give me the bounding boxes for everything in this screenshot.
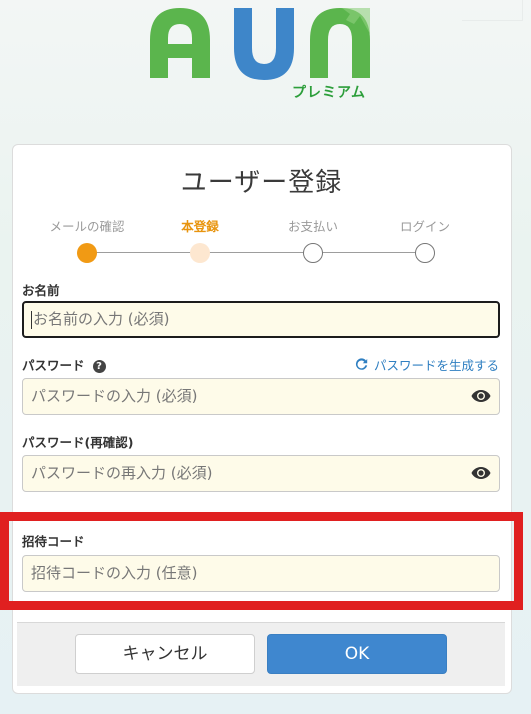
text-caret (31, 310, 32, 329)
question-circle-icon[interactable]: ? (92, 360, 106, 373)
step-label-payment: お支払い (287, 219, 338, 234)
invite-code-input-placeholder: 招待コードの入力 (任意) (31, 564, 198, 582)
password-confirm-label: パスワード(再確認) (22, 435, 134, 450)
eye-icon[interactable] (471, 389, 491, 403)
generate-password-label: パスワードを生成する (373, 358, 499, 373)
steps-connector-line (87, 252, 425, 253)
step-dot-payment (303, 243, 323, 263)
ok-button[interactable]: OK (267, 634, 447, 674)
refresh-icon (355, 358, 368, 370)
name-input[interactable]: お名前の入力 (必須) (22, 301, 500, 338)
eye-icon[interactable] (471, 466, 491, 480)
corner-decoration (462, 0, 523, 21)
step-dot-registration (190, 243, 210, 263)
cancel-button[interactable]: キャンセル (75, 634, 255, 674)
name-input-placeholder: お名前の入力 (必須) (33, 310, 170, 328)
step-dot-email-confirm (77, 243, 97, 263)
name-label: お名前 (22, 283, 60, 298)
generate-password-link[interactable]: パスワードを生成する (355, 355, 499, 374)
password-input-placeholder: パスワードの入力 (必須) (31, 387, 198, 405)
step-label-login: ログイン (399, 219, 450, 234)
step-dot-login (415, 243, 435, 263)
password-input[interactable]: パスワードの入力 (必須) (22, 378, 500, 415)
step-label-email-confirm: メールの確認 (49, 219, 125, 234)
step-label-registration: 本登録 (181, 219, 219, 234)
password-label: パスワード? (22, 355, 106, 374)
page-title: ユーザー登録 (180, 168, 343, 198)
invite-code-label: 招待コード (22, 534, 85, 549)
password-confirm-input[interactable]: パスワードの再入力 (必須) (22, 455, 500, 492)
password-confirm-input-placeholder: パスワードの再入力 (必須) (31, 464, 213, 482)
password-label-text: パスワード (22, 358, 85, 373)
logo-subtitle: プレミアム (292, 85, 367, 101)
progress-steps: メールの確認 本登録 お支払い ログイン (0, 212, 531, 268)
invite-code-input[interactable]: 招待コードの入力 (任意) (22, 555, 500, 592)
